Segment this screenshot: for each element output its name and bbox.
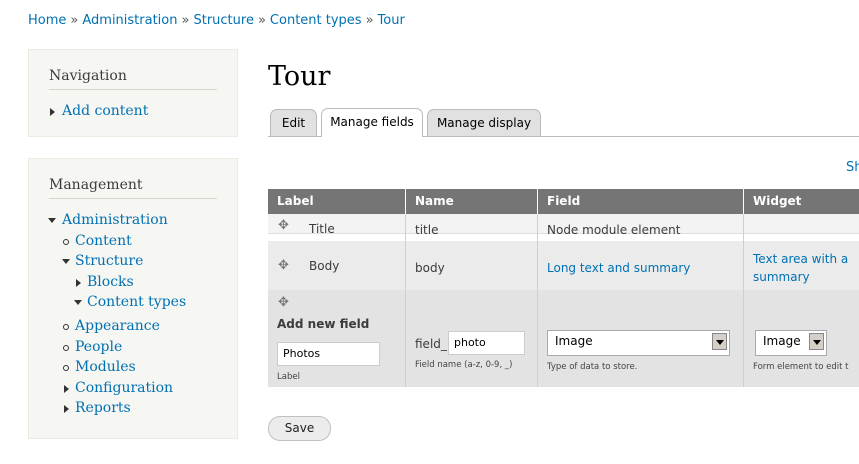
field-name-caption: Field name (a-z, 0-9, _) xyxy=(415,360,513,370)
bullet-icon xyxy=(63,345,69,351)
field-type-link[interactable]: Long text and summary xyxy=(547,261,690,275)
widget-type-link[interactable]: Text area with a summary xyxy=(753,250,858,286)
field-label: Body xyxy=(309,259,340,273)
column-header-name: Name xyxy=(406,189,538,214)
widget-select[interactable]: Image xyxy=(755,330,827,356)
widget-select-value: Image xyxy=(763,334,801,348)
show-row-weights-link[interactable]: Sh xyxy=(846,160,859,175)
bullet-icon xyxy=(63,324,69,330)
drag-handle-icon[interactable]: ✥ xyxy=(278,295,289,310)
breadcrumb-structure[interactable]: Structure xyxy=(193,13,253,28)
tab-manage-fields[interactable]: Manage fields xyxy=(321,108,423,137)
new-field-label-input[interactable]: Photos xyxy=(277,342,380,366)
breadcrumb-content-types[interactable]: Content types xyxy=(270,13,362,28)
drag-handle-icon[interactable]: ✥ xyxy=(278,218,289,233)
field-type-caption: Type of data to store. xyxy=(547,362,638,372)
collapsed-arrow-icon xyxy=(64,405,69,413)
column-header-label: Label xyxy=(268,189,406,214)
sidebar-item-structure[interactable]: Structure xyxy=(75,253,143,269)
add-new-field-heading: Add new field xyxy=(277,317,370,331)
field-type-select[interactable]: Image xyxy=(547,330,730,356)
field-name-prefix: field_ xyxy=(415,337,447,351)
column-divider xyxy=(405,214,406,387)
breadcrumb-home[interactable]: Home xyxy=(28,13,66,28)
sidebar-item-content-types[interactable]: Content types xyxy=(87,294,186,310)
expanded-arrow-icon xyxy=(74,300,82,305)
breadcrumb-separator: » xyxy=(181,13,190,28)
breadcrumb-administration[interactable]: Administration xyxy=(82,13,177,28)
table-row: ✥ Body body Long text and summary Text a… xyxy=(268,241,859,290)
bullet-icon xyxy=(63,365,69,371)
add-new-field-row: ✥ Add new field Photos Label field_ phot… xyxy=(268,290,859,387)
sidebar-item-configuration[interactable]: Configuration xyxy=(75,380,173,396)
field-name: title xyxy=(415,223,439,237)
field-type: Node module element xyxy=(547,223,681,237)
field-label: Title xyxy=(309,222,335,236)
navigation-title: Navigation xyxy=(49,68,217,90)
management-title: Management xyxy=(49,177,217,199)
column-divider xyxy=(537,214,538,387)
sidebar-item-reports[interactable]: Reports xyxy=(75,400,131,416)
sidebar-item-modules[interactable]: Modules xyxy=(75,359,136,375)
breadcrumb-separator: » xyxy=(365,13,374,28)
bullet-icon xyxy=(63,239,69,245)
sidebar-item-appearance[interactable]: Appearance xyxy=(75,318,160,334)
save-button[interactable]: Save xyxy=(268,416,331,441)
breadcrumb-separator: » xyxy=(257,13,266,28)
breadcrumb-separator: » xyxy=(70,13,79,28)
new-field-name-input[interactable]: photo xyxy=(448,331,525,355)
page-title: Tour xyxy=(268,61,331,92)
column-header-field: Field xyxy=(538,189,744,214)
breadcrumb-tour[interactable]: Tour xyxy=(378,13,405,28)
collapsed-arrow-icon xyxy=(64,385,69,393)
collapsed-arrow-icon xyxy=(50,108,55,116)
table-row: ✥ Title title Node module element xyxy=(268,214,859,237)
expanded-arrow-icon xyxy=(48,218,56,223)
sidebar-item-administration[interactable]: Administration xyxy=(62,212,168,228)
field-name: body xyxy=(415,261,445,275)
tab-edit[interactable]: Edit xyxy=(270,109,317,136)
tab-manage-display[interactable]: Manage display xyxy=(427,109,541,136)
label-caption: Label xyxy=(277,372,300,382)
collapsed-arrow-icon xyxy=(76,279,81,287)
sidebar-item-content[interactable]: Content xyxy=(75,233,132,249)
widget-caption: Form element to edit t xyxy=(753,362,849,372)
sidebar-item-blocks[interactable]: Blocks xyxy=(87,274,134,290)
chevron-down-icon xyxy=(712,333,727,350)
column-divider xyxy=(743,214,744,387)
navigation-block: Navigation Add content xyxy=(28,49,238,137)
field-type-select-value: Image xyxy=(555,334,593,348)
drag-handle-icon[interactable]: ✥ xyxy=(278,258,289,273)
expanded-arrow-icon xyxy=(62,259,70,264)
column-header-widget: Widget xyxy=(744,189,859,214)
chevron-down-icon xyxy=(809,333,824,350)
sidebar-item-add-content[interactable]: Add content xyxy=(62,103,148,119)
sidebar-item-people[interactable]: People xyxy=(75,339,122,355)
breadcrumb: Home» Administration» Structure» Content ty… xyxy=(28,13,405,28)
management-block: Management Administration Content Struct… xyxy=(28,158,238,439)
